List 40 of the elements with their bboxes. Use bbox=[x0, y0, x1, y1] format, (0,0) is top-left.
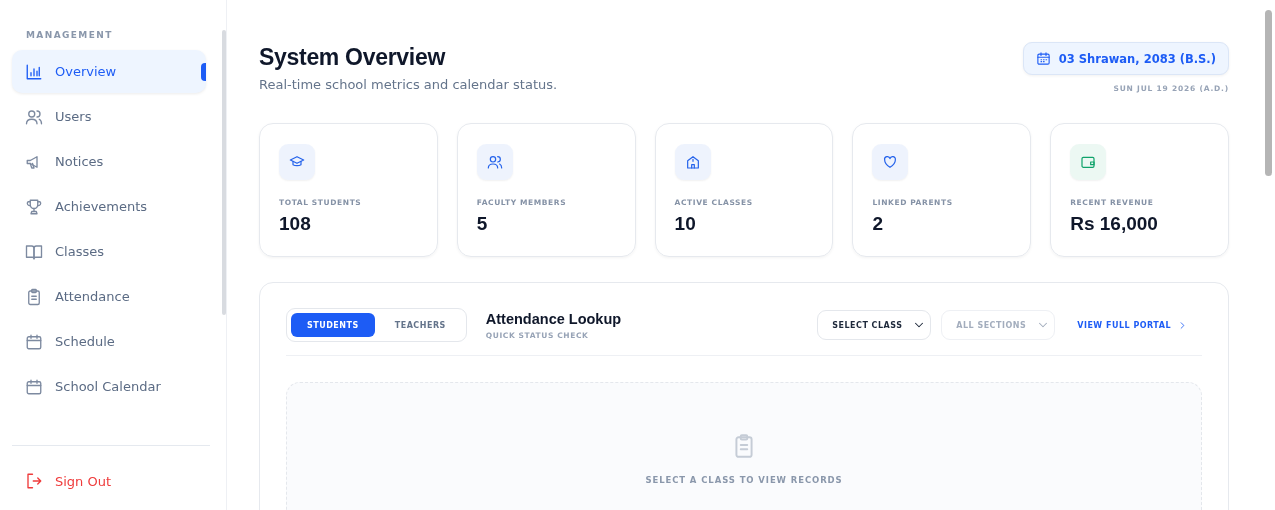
heart-icon bbox=[882, 154, 899, 170]
calendar-icon bbox=[25, 377, 43, 396]
page-title: System Overview bbox=[259, 43, 447, 71]
stat-value: 10 bbox=[674, 213, 697, 235]
stat-value: Rs 16,000 bbox=[1070, 213, 1159, 235]
active-indicator bbox=[201, 63, 206, 81]
nav-item[interactable]: Overview bbox=[12, 50, 206, 93]
book-icon bbox=[25, 242, 43, 261]
nav-item[interactable]: Notices bbox=[12, 140, 206, 183]
nav-item[interactable]: Classes bbox=[12, 230, 206, 273]
nav-item[interactable]: Attendance bbox=[12, 275, 206, 318]
dropdown[interactable]: SELECT CLASS bbox=[817, 310, 932, 340]
trophy-icon bbox=[25, 197, 43, 216]
calendar-icon bbox=[25, 332, 43, 351]
view-portal-link[interactable]: VIEW FULL PORTAL bbox=[1077, 319, 1188, 331]
sign-out-button[interactable]: Sign Out bbox=[12, 464, 206, 498]
tab[interactable]: TEACHERS bbox=[378, 313, 462, 337]
sign-out-icon bbox=[25, 472, 43, 490]
section-heading: MANAGEMENT bbox=[25, 30, 114, 40]
stat-value: 2 bbox=[872, 213, 884, 235]
stat-value: 5 bbox=[476, 213, 489, 235]
tab[interactable]: STUDENTS bbox=[291, 313, 375, 337]
calendar-icon bbox=[1035, 51, 1051, 66]
clipboard-icon bbox=[25, 287, 43, 306]
users-icon bbox=[25, 107, 43, 126]
date-badge[interactable]: 03 Shrawan, 2083 (B.S.) bbox=[1022, 42, 1229, 75]
school-building-icon bbox=[684, 154, 701, 170]
nav-item[interactable]: School Calendar bbox=[12, 365, 206, 408]
scrollbar[interactable] bbox=[222, 30, 226, 315]
panel-title: Attendance Lookup bbox=[485, 310, 622, 327]
empty-message: SELECT A CLASS TO VIEW RECORDS bbox=[645, 475, 843, 485]
scrollbar[interactable] bbox=[1264, 10, 1272, 176]
nav-item[interactable]: Schedule bbox=[12, 320, 206, 363]
nav-item[interactable]: Achievements bbox=[12, 185, 206, 228]
stat-value: 108 bbox=[279, 213, 312, 235]
nav-item[interactable]: Users bbox=[12, 95, 206, 138]
users-icon bbox=[486, 154, 503, 170]
wallet-icon bbox=[1080, 154, 1097, 170]
page-subtitle: Real-time school metrics and calendar status. bbox=[259, 77, 558, 92]
bar-chart-icon bbox=[25, 62, 43, 81]
